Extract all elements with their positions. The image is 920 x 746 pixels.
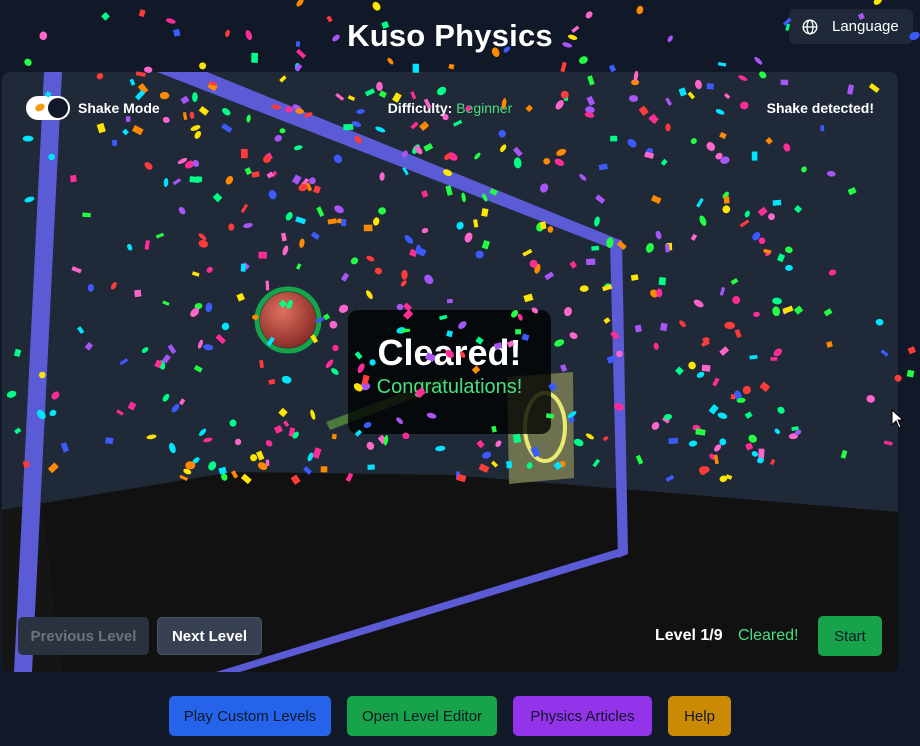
ball [260, 292, 316, 348]
mouse-cursor-icon [891, 409, 905, 429]
confetti-piece [578, 56, 588, 64]
language-button[interactable]: Language [789, 9, 913, 44]
frame-top [157, 72, 620, 248]
confetti-piece [717, 62, 727, 67]
confetti-piece [636, 5, 644, 15]
confetti-piece [387, 57, 394, 65]
confetti-piece [907, 346, 916, 355]
confetti-piece [754, 56, 763, 65]
language-label: Language [832, 18, 899, 35]
confetti-piece [873, 0, 883, 5]
overlay-subtitle: Congratulations! [376, 376, 523, 398]
game-canvas[interactable]: Shake Mode Difficulty: Beginner Shake de… [2, 72, 898, 672]
confetti-piece [138, 9, 146, 18]
app-title: Kuso Physics [347, 18, 553, 53]
confetti-piece [294, 63, 303, 72]
previous-level-button[interactable]: Previous Level [18, 617, 149, 655]
confetti-piece [448, 63, 455, 70]
confetti-piece [906, 369, 915, 378]
physics-articles-button[interactable]: Physics Articles [513, 696, 652, 736]
globe-icon [802, 18, 818, 35]
open-level-editor-button[interactable]: Open Level Editor [347, 696, 497, 736]
next-level-button[interactable]: Next Level [157, 617, 262, 655]
level-indicator: Level 1/9 [655, 627, 723, 644]
difficulty-display: Difficulty: Beginner [2, 100, 898, 116]
confetti-piece [251, 52, 258, 63]
confetti-piece [296, 0, 304, 7]
confetti-piece [24, 58, 32, 66]
cleared-overlay: Cleared! Congratulations! [348, 310, 551, 434]
start-button[interactable]: Start [818, 616, 882, 656]
confetti-piece [560, 61, 567, 73]
help-button[interactable]: Help [668, 696, 731, 736]
difficulty-label: Difficulty: [387, 100, 453, 116]
confetti-piece [372, 1, 381, 11]
difficulty-value: Beginner [456, 100, 513, 116]
confetti-piece [294, 62, 301, 72]
confetti-piece [199, 62, 207, 70]
shake-status: Shake detected! [766, 100, 874, 116]
play-custom-levels-button[interactable]: Play Custom Levels [169, 696, 331, 736]
overlay-title: Cleared! [377, 332, 522, 373]
level-status: Cleared! [738, 627, 799, 644]
